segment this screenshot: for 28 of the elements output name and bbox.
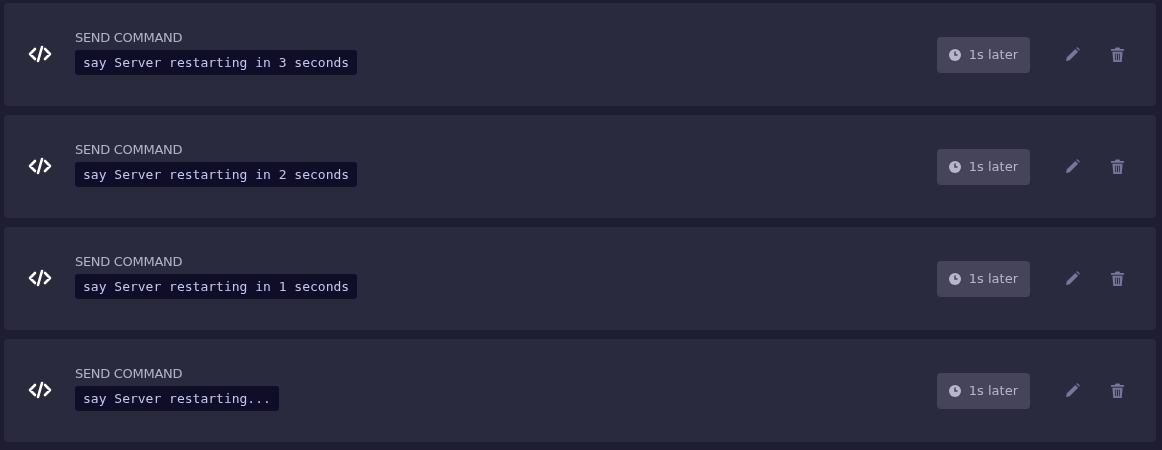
command-text: say Server restarting in 1 seconds (75, 274, 358, 299)
pencil-icon (1064, 47, 1080, 62)
code-icon (28, 379, 52, 400)
delay-text: 1s later (968, 47, 1018, 62)
delay-text: 1s later (968, 271, 1018, 286)
pencil-icon (1064, 159, 1080, 174)
action-label: SEND COMMAND (75, 142, 183, 157)
pencil-icon (1064, 271, 1080, 286)
clock-icon (948, 48, 961, 61)
code-icon (28, 43, 52, 64)
command-text: say Server restarting... (75, 386, 279, 411)
delay-text: 1s later (968, 159, 1018, 174)
delay-text: 1s later (968, 383, 1018, 398)
clock-icon (948, 384, 961, 397)
trash-icon (1109, 159, 1125, 174)
trash-icon (1109, 47, 1125, 62)
trash-icon (1109, 271, 1125, 286)
action-label: SEND COMMAND (75, 254, 183, 269)
action-label: SEND COMMAND (75, 366, 183, 381)
pencil-icon (1064, 383, 1080, 398)
action-label: SEND COMMAND (75, 30, 183, 45)
clock-icon (948, 272, 961, 285)
trash-icon (1109, 383, 1125, 398)
clock-icon (948, 160, 961, 173)
code-icon (28, 155, 52, 176)
command-text: say Server restarting in 2 seconds (75, 162, 358, 187)
command-text: say Server restarting in 3 seconds (75, 50, 358, 75)
code-icon (28, 267, 52, 288)
